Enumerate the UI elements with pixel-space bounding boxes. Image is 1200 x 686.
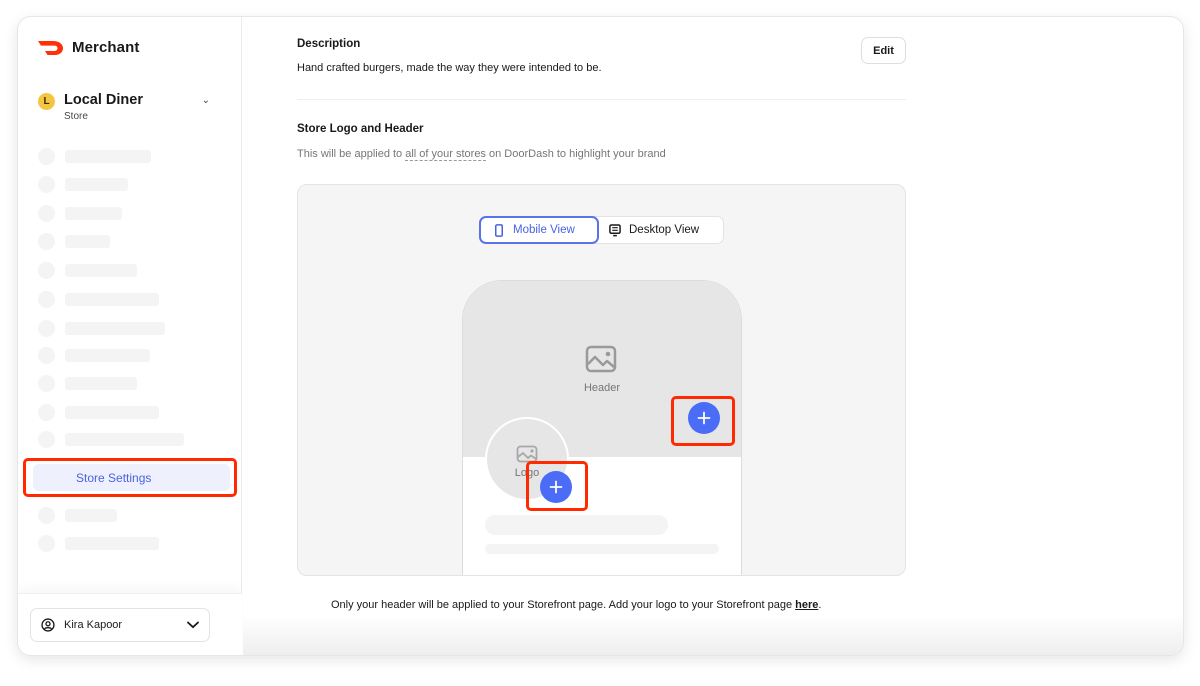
- help-text-prefix: This will be applied to: [297, 148, 406, 160]
- skeleton-icon: [38, 431, 55, 448]
- desktop-view-label: Desktop View: [629, 224, 700, 236]
- description-label: Description: [297, 38, 361, 50]
- store-logo-header-label: Store Logo and Header: [297, 123, 424, 135]
- nav-skeleton-item: [38, 176, 228, 193]
- view-toggle: Mobile View Desktop View: [479, 216, 724, 244]
- storefront-here-link[interactable]: here: [795, 599, 818, 611]
- nav-skeleton-item: [38, 205, 228, 222]
- add-logo-button[interactable]: [540, 471, 572, 503]
- user-menu-select[interactable]: Kira Kapoor: [30, 608, 210, 642]
- app-window: Merchant L Local Diner Store ⌄ Store Set…: [17, 16, 1184, 656]
- nav-skeleton-item: [38, 347, 228, 364]
- nav-skeleton-item: [38, 148, 228, 165]
- storefront-note: Only your header will be applied to your…: [331, 599, 821, 611]
- section-divider: [297, 99, 906, 100]
- skeleton-label: [65, 207, 122, 220]
- main-content: Description Hand crafted burgers, made t…: [243, 17, 1183, 655]
- skeleton-icon: [38, 262, 55, 279]
- nav-skeleton-item: [38, 404, 228, 421]
- tab-mobile-view[interactable]: Mobile View: [479, 216, 599, 244]
- note-suffix: .: [818, 599, 822, 611]
- skeleton-label: [65, 433, 184, 446]
- add-header-button[interactable]: [688, 402, 720, 434]
- chevron-down-icon: [187, 621, 199, 629]
- skeleton-label: [65, 235, 110, 248]
- skeleton-label: [65, 537, 159, 550]
- skeleton-icon: [38, 205, 55, 222]
- skeleton-icon: [38, 176, 55, 193]
- skeleton-label: [65, 264, 137, 277]
- skeleton-icon: [38, 507, 55, 524]
- nav-skeleton-item: [38, 320, 228, 337]
- store-settings-highlight: Store Settings: [23, 458, 237, 497]
- image-icon: [585, 345, 617, 373]
- preview-panel: Mobile View Desktop View Header Logo: [297, 184, 906, 576]
- skeleton-label: [65, 349, 150, 362]
- skeleton-icon: [38, 347, 55, 364]
- skeleton-label: [65, 509, 117, 522]
- user-circle-icon: [41, 618, 55, 632]
- header-placeholder-label: Header: [583, 382, 621, 394]
- skeleton-icon: [38, 375, 55, 392]
- skeleton-icon: [38, 148, 55, 165]
- scroll-fade: [243, 615, 1183, 655]
- doordash-logo-icon: [38, 40, 63, 55]
- plus-icon: [697, 411, 711, 425]
- sidebar-footer: Kira Kapoor: [18, 593, 242, 655]
- brand-name: Merchant: [72, 39, 140, 56]
- mobile-view-label: Mobile View: [513, 224, 575, 236]
- plus-icon: [549, 480, 563, 494]
- skeleton-label: [65, 178, 128, 191]
- nav-skeleton-item: [38, 291, 228, 308]
- nav-skeleton-item: [38, 233, 228, 250]
- store-avatar: L: [38, 93, 55, 110]
- chevron-down-icon[interactable]: ⌄: [202, 95, 210, 106]
- skeleton-icon: [38, 535, 55, 552]
- skeleton-title: [485, 515, 668, 535]
- nav-skeleton-item: [38, 262, 228, 279]
- skeleton-label: [65, 377, 137, 390]
- image-icon: [516, 445, 538, 463]
- skeleton-label: [65, 406, 159, 419]
- user-name: Kira Kapoor: [64, 619, 123, 631]
- skeleton-label: [65, 322, 165, 335]
- desktop-icon: [609, 223, 621, 236]
- nav-skeleton-item: [38, 507, 228, 524]
- nav-skeleton-item: [38, 431, 228, 448]
- store-switcher[interactable]: L Local Diner Store ⌄: [38, 92, 216, 129]
- skeleton-subtitle: [485, 544, 719, 554]
- edit-description-button[interactable]: Edit: [861, 37, 906, 64]
- skeleton-icon: [38, 291, 55, 308]
- skeleton-label: [65, 150, 151, 163]
- sidebar-item-label: Store Settings: [76, 470, 152, 485]
- note-prefix: Only your header will be applied to your…: [331, 599, 796, 611]
- nav-skeleton-item: [38, 375, 228, 392]
- mobile-icon: [495, 223, 503, 237]
- all-stores-link[interactable]: all of your stores: [405, 148, 486, 161]
- description-text: Hand crafted burgers, made the way they …: [297, 62, 602, 74]
- sidebar: Merchant L Local Diner Store ⌄ Store Set…: [18, 17, 242, 655]
- skeleton-icon: [38, 320, 55, 337]
- store-logo-header-help: This will be applied to all of your stor…: [297, 148, 666, 161]
- skeleton-icon: [38, 233, 55, 250]
- brand[interactable]: Merchant: [38, 39, 139, 56]
- store-type: Store: [64, 111, 88, 122]
- help-text-suffix: on DoorDash to highlight your brand: [485, 148, 666, 160]
- skeleton-icon: [38, 404, 55, 421]
- mobile-preview: Header Logo: [462, 280, 742, 575]
- sidebar-item-store-settings[interactable]: Store Settings: [33, 464, 230, 491]
- tab-desktop-view[interactable]: Desktop View: [599, 217, 709, 243]
- skeleton-label: [65, 293, 159, 306]
- store-name: Local Diner: [64, 92, 143, 108]
- nav-skeleton-item: [38, 535, 228, 552]
